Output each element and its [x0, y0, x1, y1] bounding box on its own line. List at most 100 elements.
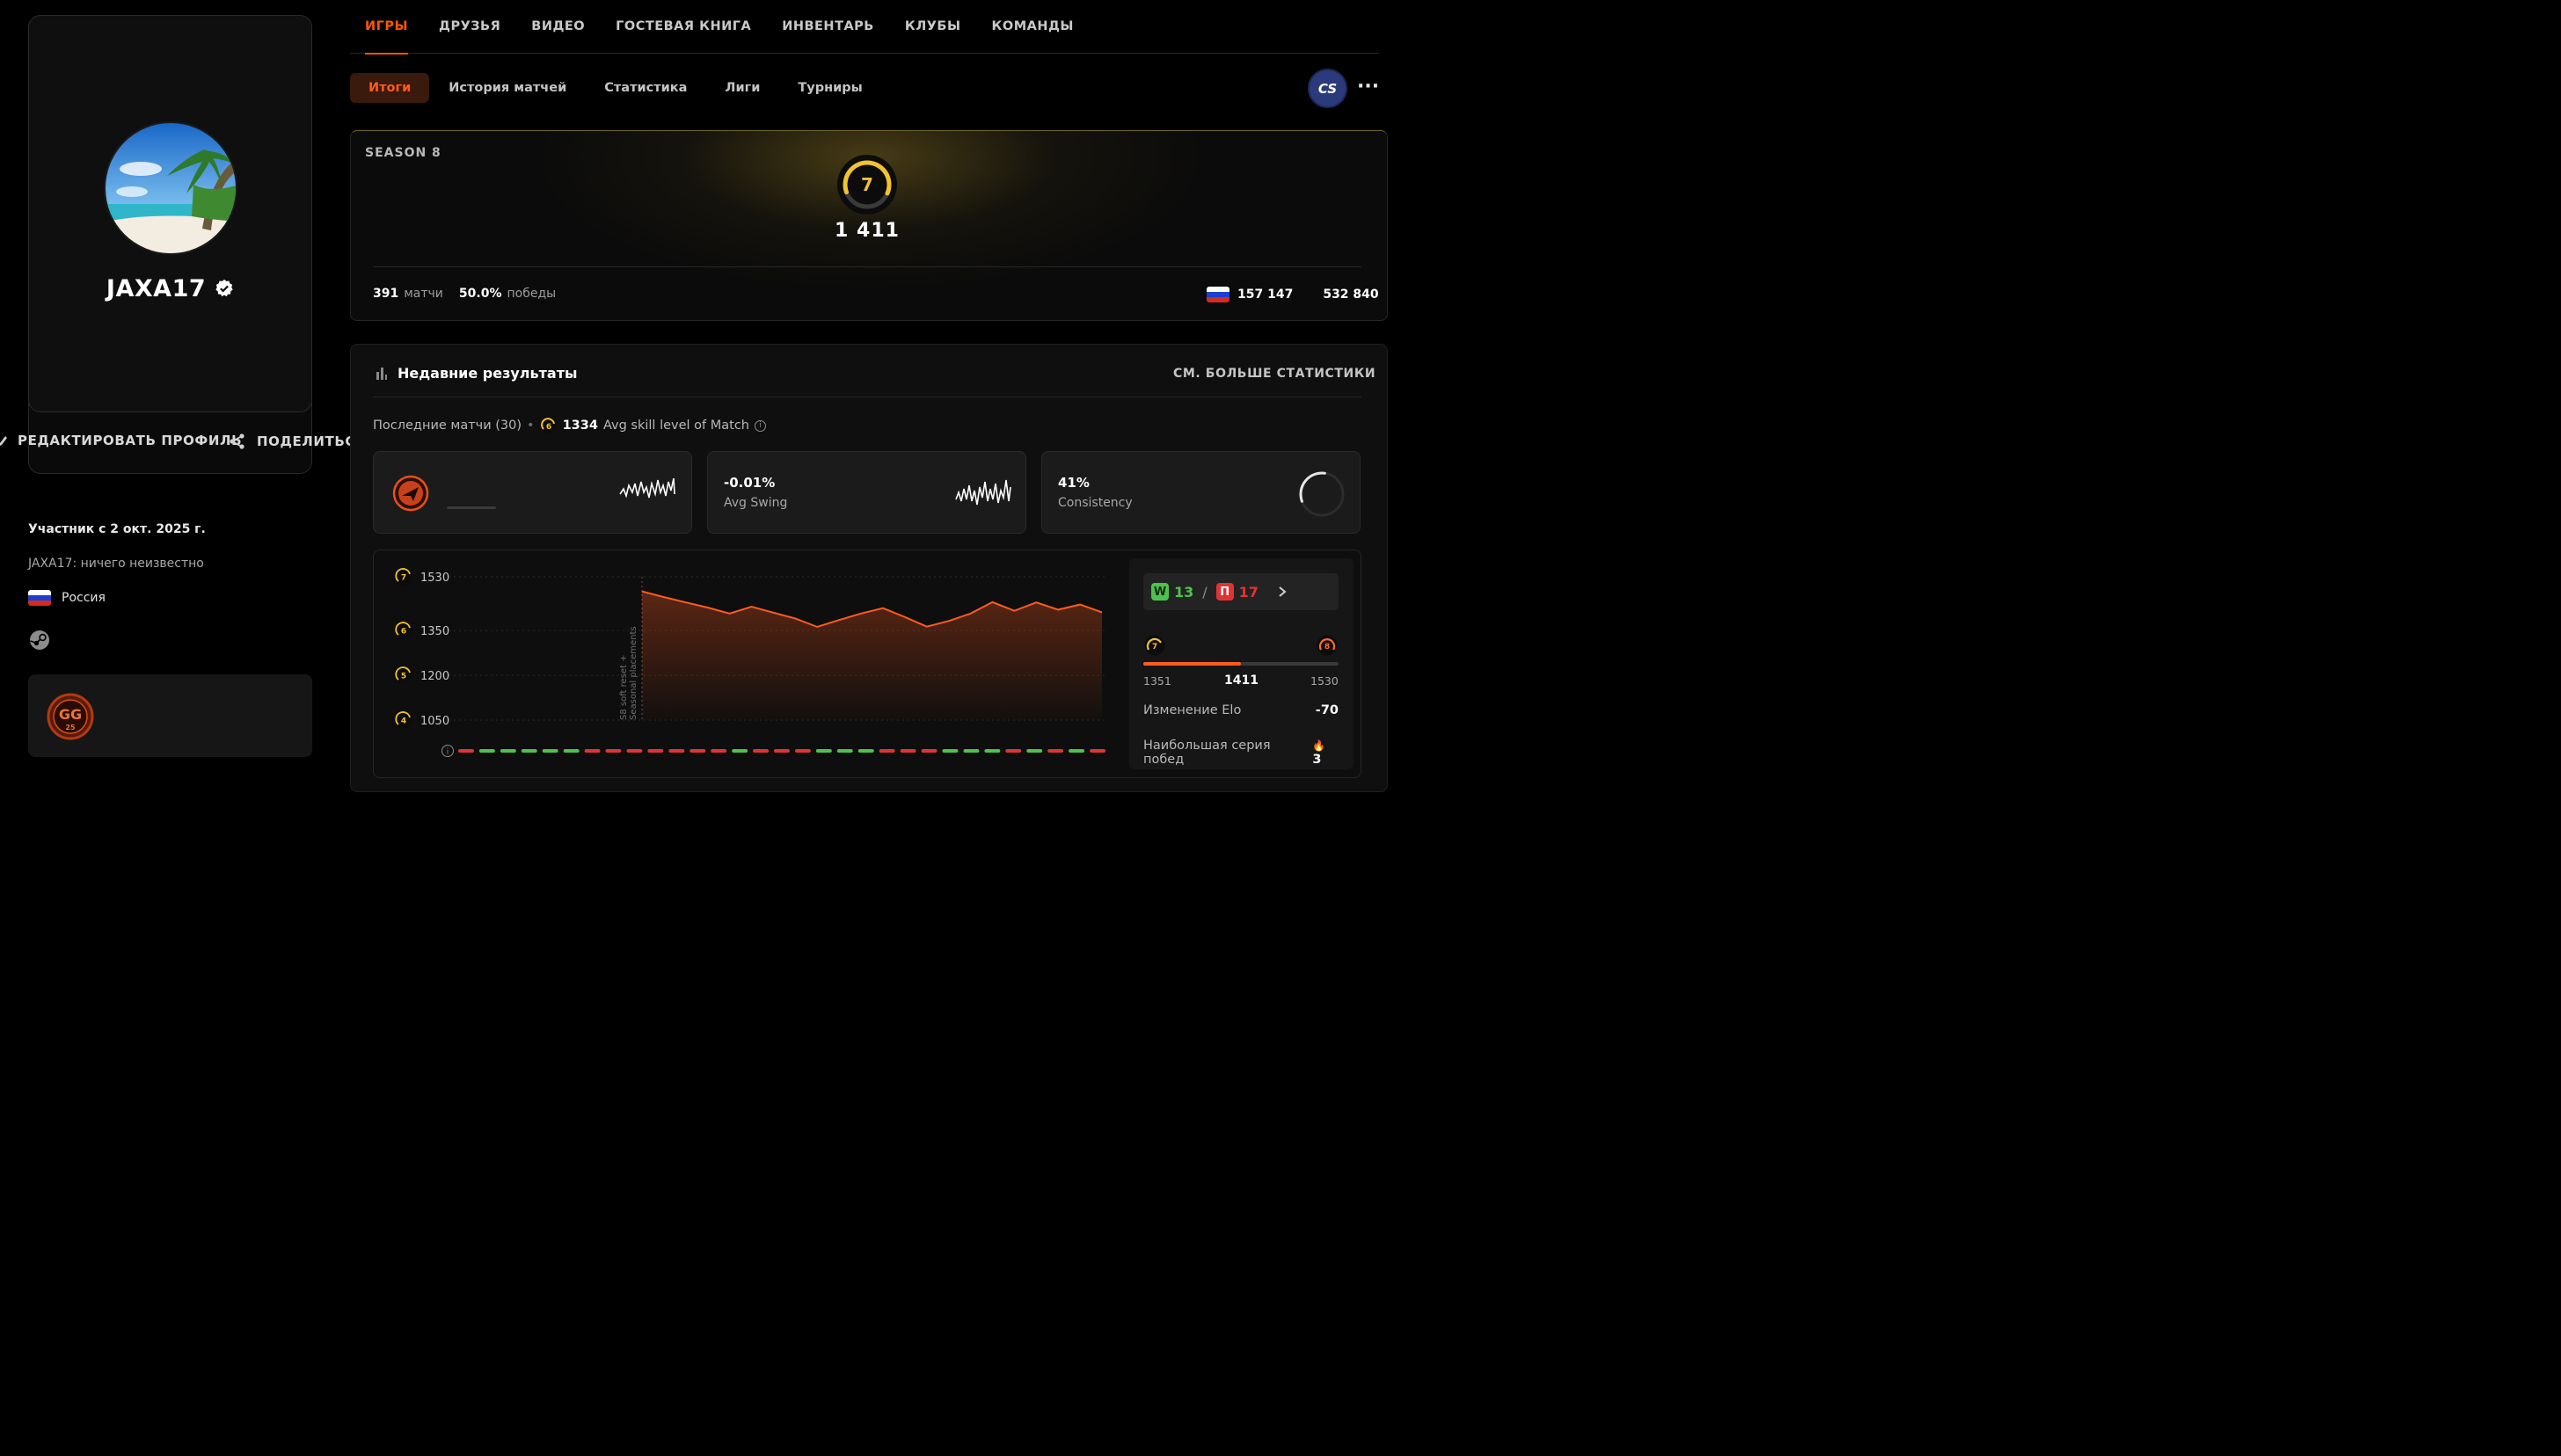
match-result-loss [711, 749, 727, 753]
match-result-loss [879, 749, 895, 753]
country-name: Россия [62, 591, 106, 605]
subtab-overview[interactable]: Итоги [350, 73, 430, 103]
y-tick-label: 1350 [420, 625, 449, 638]
avg-swing-sparkline [955, 479, 1011, 506]
tab-games[interactable]: ИГРЫ [365, 0, 409, 55]
current-level-number: 7 [1152, 643, 1157, 652]
sub-tabs: Итоги История матчей Статистика Лиги Тур… [350, 73, 882, 103]
match-result-loss [647, 749, 664, 753]
share-icon [230, 433, 244, 449]
match-result-win [963, 749, 980, 753]
main-tabs: ИГРЫ ДРУЗЬЯ ВИДЕО ГОСТЕВАЯ КНИГА ИНВЕНТА… [350, 0, 1379, 55]
elo-change-label: Изменение Elo [1143, 703, 1242, 717]
bar-chart-icon [376, 367, 387, 380]
steam-icon[interactable] [29, 630, 50, 654]
tab-guestbook[interactable]: ГОСТЕВАЯ КНИГА [616, 0, 751, 54]
see-more-stats-link[interactable]: СМ. БОЛЬШЕ СТАТИСТИКИ [1173, 367, 1375, 381]
next-level-icon: 8 [1317, 635, 1338, 656]
win-streak-value: 🔥 3 [1312, 739, 1339, 767]
svg-text:6: 6 [401, 628, 406, 637]
performance-sparkline [619, 477, 675, 499]
match-result-win [857, 749, 874, 753]
badge-sub: 25 [65, 724, 76, 732]
match-result-loss [605, 749, 622, 753]
verified-icon [215, 279, 233, 297]
y-tick-level-icon: 5 [395, 666, 412, 685]
skill-level-small-icon: 6 [540, 417, 558, 434]
tab-friends[interactable]: ДРУЗЬЯ [439, 0, 500, 54]
more-options-icon[interactable]: ··· [1357, 76, 1379, 98]
match-result-loss [690, 749, 706, 753]
performance-placeholder-bar [447, 506, 496, 509]
match-result-win [563, 749, 580, 753]
results-info-icon[interactable]: i [441, 745, 454, 757]
match-result-win [542, 749, 558, 753]
matches-stat: 391 матчи [373, 287, 443, 301]
match-result-loss [795, 749, 811, 753]
country: Россия [28, 590, 106, 606]
russia-flag-icon [1207, 287, 1229, 302]
skill-level-number: 7 [861, 174, 873, 195]
subtab-tournaments[interactable]: Турниры [779, 73, 880, 103]
info-icon[interactable]: i [754, 419, 766, 432]
tab-inventory[interactable]: ИНВЕНТАРЬ [782, 0, 874, 54]
tab-clubs[interactable]: КЛУБЫ [905, 0, 961, 54]
match-result-loss [584, 749, 601, 753]
last-matches-label: Последние матчи (30) [373, 419, 522, 433]
fire-icon: 🔥 [1312, 739, 1326, 752]
season-stats: 391 матчи 50.0% победы [373, 287, 556, 301]
subtab-statistics[interactable]: Статистика [586, 73, 705, 103]
subtab-match-history[interactable]: История матчей [430, 73, 585, 103]
wl-separator: / [1202, 583, 1208, 601]
cs2-game-icon[interactable]: CS [1308, 69, 1347, 108]
winrate-label: победы [507, 287, 557, 301]
match-result-win [732, 749, 748, 753]
match-result-win [942, 749, 959, 753]
performance-icon [392, 475, 429, 512]
subtab-leagues[interactable]: Лиги [706, 73, 778, 103]
elo-value: 1 411 [835, 220, 900, 242]
win-streak-row: Наибольшая серия побед 🔥 3 [1143, 739, 1339, 767]
y-tick-level-icon: 7 [395, 568, 412, 586]
range-current: 1411 [1224, 673, 1259, 688]
match-result-win [836, 749, 853, 753]
country-rank[interactable]: 157 147 [1237, 288, 1293, 302]
match-result-loss [900, 749, 916, 753]
recent-results-title: Недавние результаты [376, 365, 577, 382]
y-tick-label: 1200 [420, 670, 449, 683]
loss-badge: П [1215, 583, 1234, 601]
svg-text:5: 5 [401, 673, 406, 681]
match-result-win [478, 749, 495, 753]
win-streak-number: 3 [1312, 753, 1322, 767]
share-button[interactable]: ПОДЕЛИТЬСЯ [229, 433, 366, 450]
season-divider [373, 266, 1361, 267]
win-badge: W [1151, 583, 1169, 601]
gg25-badge[interactable]: GG 25 [47, 693, 94, 744]
pencil-icon [0, 436, 7, 446]
current-level-icon: 7 [1144, 635, 1165, 656]
matches-value: 391 [373, 287, 399, 301]
win-loss-button[interactable]: W 13 / П 17 [1143, 573, 1339, 610]
tab-teams[interactable]: КОМАНДЫ [992, 0, 1074, 54]
season-label: SEASON 8 [365, 146, 441, 160]
skill-level-icon: 7 [837, 155, 897, 215]
stat-card-avg-swing: -0.01% Avg Swing [707, 451, 1026, 534]
match-result-loss [626, 749, 643, 753]
y-tick-label: 1050 [420, 715, 449, 728]
elo-change-row: Изменение Elo -70 [1143, 703, 1339, 717]
match-result-loss [753, 749, 769, 753]
svg-text:4: 4 [401, 717, 406, 726]
match-result-win [984, 749, 1001, 753]
avatar[interactable] [104, 121, 237, 255]
win-streak-label: Наибольшая серия побед [1143, 739, 1271, 767]
stat-card-consistency: 41% Consistency [1041, 451, 1361, 534]
match-result-win [1026, 749, 1043, 753]
world-rank[interactable]: 532 840 [1323, 288, 1378, 302]
avg-label: Avg skill level of Match [602, 419, 749, 433]
tab-video[interactable]: ВИДЕО [531, 0, 585, 54]
match-result-loss [458, 749, 474, 753]
elo-change-value: -70 [1315, 703, 1339, 717]
matches-label: матчи [404, 287, 443, 301]
russia-flag-icon [28, 590, 51, 606]
edit-profile-button[interactable]: РЕДАКТИРОВАТЬ ПРОФИЛЬ [0, 433, 242, 448]
